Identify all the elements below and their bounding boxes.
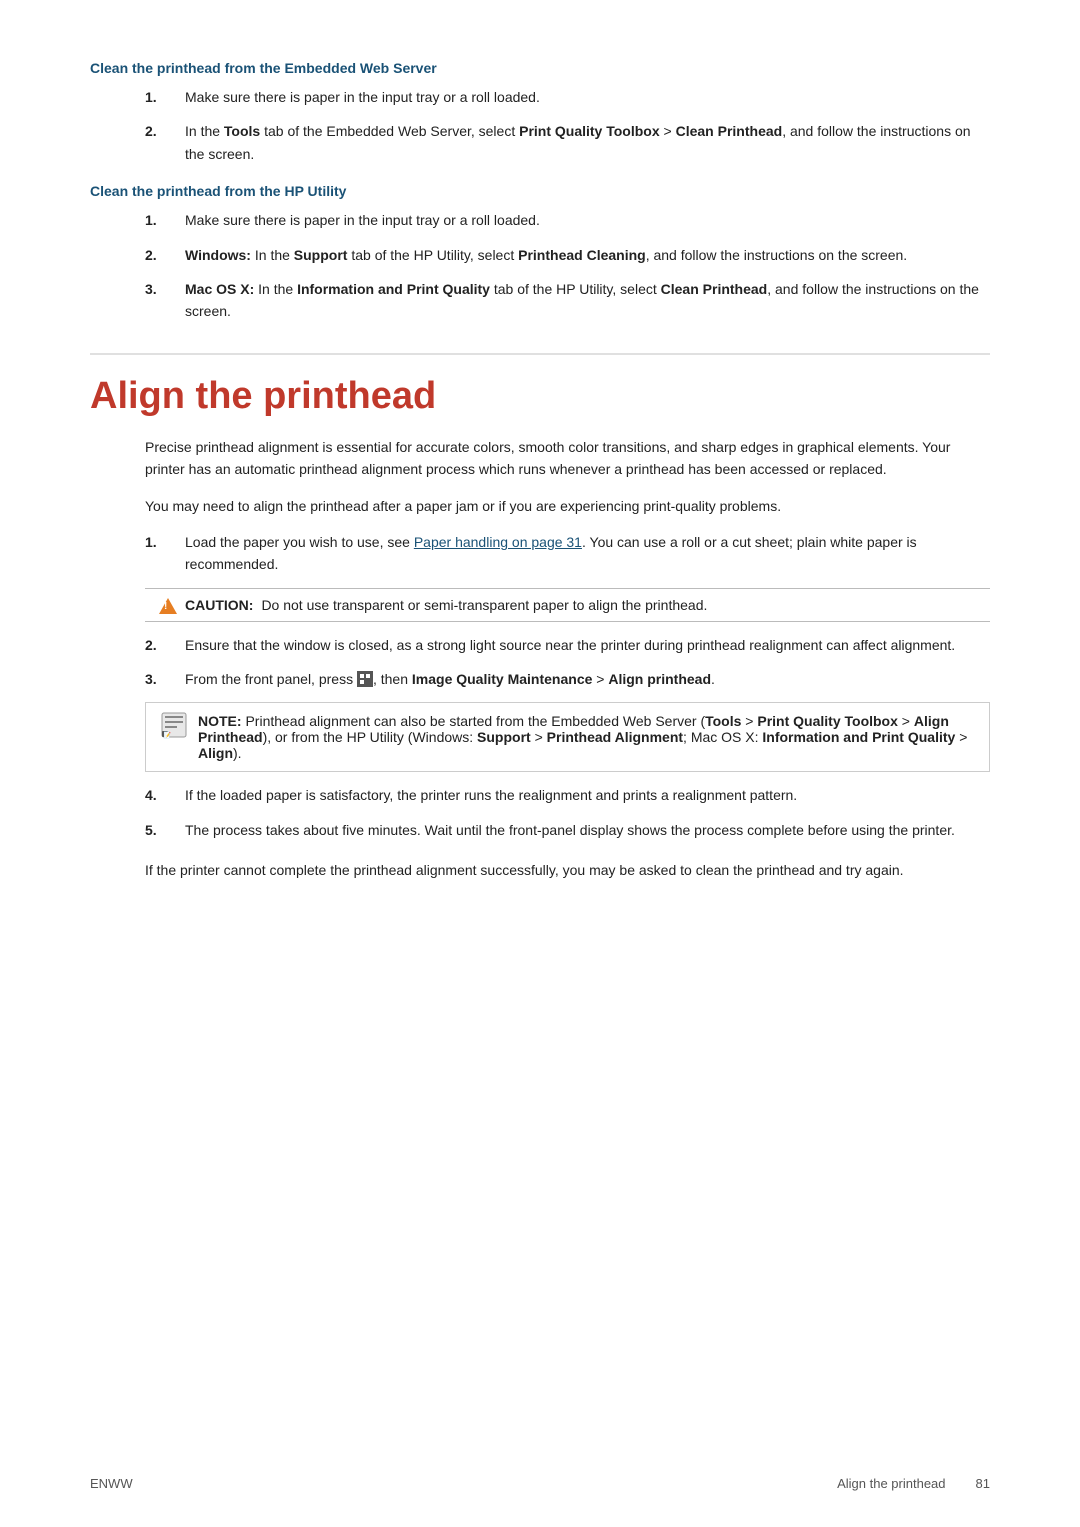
section2-step1: 1. Make sure there is paper in the input…: [90, 209, 990, 231]
main-heading: Align the printhead: [90, 353, 990, 418]
align-step4: 4. If the loaded paper is satisfactory, …: [90, 784, 990, 806]
caution-box: CAUTION: Do not use transparent or semi-…: [145, 588, 990, 622]
paper-handling-link[interactable]: Paper handling on page 31: [414, 534, 582, 550]
front-panel-icon: [357, 671, 373, 687]
note-content: NOTE: Printhead alignment can also be st…: [198, 713, 975, 761]
para2: You may need to align the printhead afte…: [145, 495, 990, 517]
align-step3: 3. From the front panel, press , then Im…: [90, 668, 990, 690]
align-step5: 5. The process takes about five minutes.…: [90, 819, 990, 841]
section1-heading: Clean the printhead from the Embedded We…: [90, 60, 990, 76]
note-icon: 📝: [160, 711, 188, 739]
note-box: 📝 NOTE: Printhead alignment can also be …: [145, 702, 990, 772]
section2-step3: 3. Mac OS X: In the Information and Prin…: [90, 278, 990, 323]
footer-center: Align the printhead: [837, 1476, 945, 1491]
section1-step2: 2. In the Tools tab of the Embedded Web …: [90, 120, 990, 165]
closing-para: If the printer cannot complete the print…: [145, 859, 990, 881]
footer-left: ENWW: [90, 1476, 133, 1491]
section1-step1: 1. Make sure there is paper in the input…: [90, 86, 990, 108]
section2-heading: Clean the printhead from the HP Utility: [90, 183, 990, 199]
section2-step2: 2. Windows: In the Support tab of the HP…: [90, 244, 990, 266]
align-step2: 2. Ensure that the window is closed, as …: [90, 634, 990, 656]
caution-text: Do not use transparent or semi-transpare…: [261, 597, 707, 613]
footer: ENWW Align the printhead 81: [0, 1476, 1080, 1491]
footer-page-number: 81: [976, 1476, 990, 1491]
para1: Precise printhead alignment is essential…: [145, 436, 990, 481]
caution-label: CAUTION:: [185, 597, 253, 613]
align-step1: 1. Load the paper you wish to use, see P…: [90, 531, 990, 576]
footer-right: Align the printhead 81: [837, 1476, 990, 1491]
caution-triangle-icon: [159, 598, 177, 614]
svg-text:📝: 📝: [164, 731, 172, 739]
